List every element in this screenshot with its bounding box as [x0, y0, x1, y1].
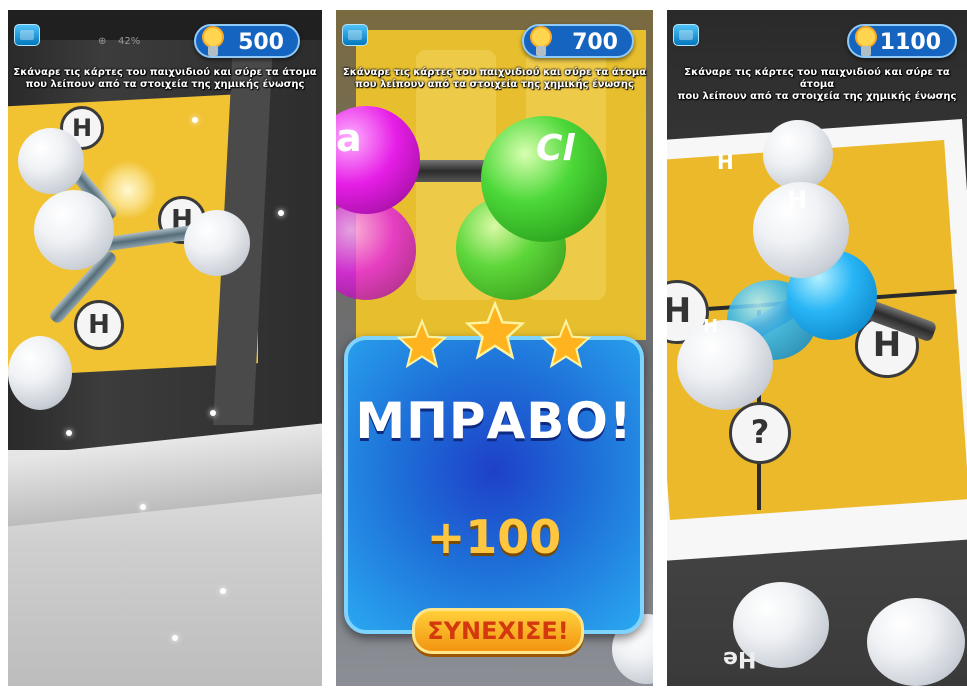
instruction-line: που λείπουν από τα στοιχεία της χημικής …: [25, 79, 305, 90]
star-icon: [540, 318, 592, 369]
atom-label: H: [787, 186, 808, 214]
lightbulb-icon: [202, 26, 224, 56]
sparkle: [66, 430, 72, 436]
hydrogen-atom[interactable]: [8, 336, 72, 410]
zoom-icon: ⊕: [98, 36, 107, 47]
sparkle: [220, 588, 226, 594]
hydrogen-atom[interactable]: [184, 210, 250, 276]
card-hydrogen-label: H: [74, 300, 124, 350]
instruction-line: Σκάναρε τις κάρτες του παιχνιδιού και σύ…: [684, 67, 950, 90]
menu-button[interactable]: [342, 24, 368, 46]
sparkle: [210, 410, 216, 416]
atom-tray-item[interactable]: [867, 598, 965, 686]
atom-label: a: [336, 116, 362, 160]
lightbulb-icon: [530, 26, 552, 56]
instruction-text: Σκάναρε τις κάρτες του παιχνιδιού και σύ…: [8, 67, 322, 91]
sparkle: [172, 635, 178, 641]
continue-button[interactable]: ΣΥΝΕΧΙΣΕ!: [412, 608, 584, 654]
result-card: ΜΠΡΑΒΟ! +100: [344, 336, 644, 634]
result-title: ΜΠΡΑΒΟ!: [355, 392, 633, 450]
instruction-line: που λείπουν από τα στοιχεία της χημικής …: [677, 91, 957, 102]
atom-label: H: [717, 150, 734, 174]
menu-button[interactable]: [673, 24, 699, 46]
lightbulb-icon: [855, 26, 877, 56]
instruction-text: Σκάναρε τις κάρτες του παιχνιδιού και σύ…: [667, 67, 967, 103]
atom-label: H: [703, 316, 719, 337]
instruction-line: που λείπουν από τα στοιχεία της χημικής …: [355, 79, 634, 90]
sparkle: [192, 117, 198, 123]
score-badge: 500: [194, 24, 300, 58]
score-value: 500: [238, 30, 284, 55]
score-value: 1100: [879, 30, 941, 55]
sparkle: [140, 504, 146, 510]
star-icon: [396, 318, 448, 369]
score-badge: 700: [522, 24, 634, 58]
atom-label: Cl: [536, 128, 575, 169]
hydrogen-atom[interactable]: [677, 320, 773, 410]
hydrogen-atom[interactable]: [18, 128, 84, 194]
hydrogen-atom[interactable]: [763, 120, 833, 190]
missing-atom-slot[interactable]: ?: [729, 402, 791, 464]
instruction-line: Σκάναρε τις κάρτες του παιχνιδιού και σύ…: [342, 67, 647, 78]
score-value: 700: [572, 30, 618, 55]
menu-button[interactable]: [14, 24, 40, 46]
score-badge: 1100: [847, 24, 957, 58]
zoom-level: 42%: [118, 36, 141, 47]
screen-3: H H ? H H H He 1100 Σκάναρε τις κάρτες τ…: [667, 10, 967, 686]
instruction-line: Σκάναρε τις κάρτες του παιχνιδιού και σύ…: [13, 67, 317, 78]
atom-tray-label: He: [723, 646, 757, 671]
glow-effect: [98, 160, 158, 220]
star-icon: [464, 300, 526, 360]
screen-2: a Cl ΜΠΡΑΒΟ! +100 ΣΥΝΕΧΙΣΕ! 700 Σκάναρε …: [336, 10, 653, 686]
screen-1: ⊕ 42% H H H 500 Σκάναρε τις κάρτες του π…: [8, 10, 322, 686]
instruction-text: Σκάναρε τις κάρτες του παιχνιδιού και σύ…: [336, 67, 653, 91]
sparkle: [278, 210, 284, 216]
result-bonus: +100: [426, 510, 562, 564]
